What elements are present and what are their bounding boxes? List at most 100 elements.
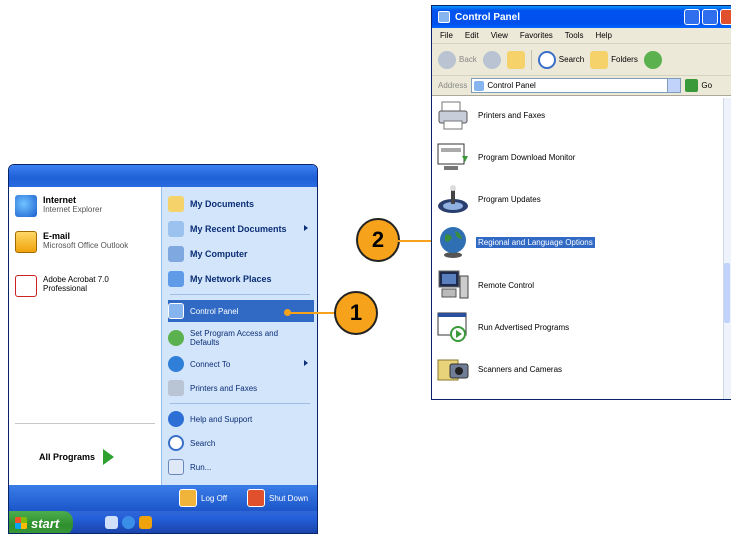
quick-launch-outlook-icon[interactable] xyxy=(139,516,152,529)
start-menu-divider xyxy=(15,423,155,424)
scanner-camera-icon xyxy=(437,359,469,381)
go-label: Go xyxy=(701,81,713,90)
run-icon xyxy=(168,459,184,475)
shut-down-button[interactable]: Shut Down xyxy=(247,489,308,507)
menu-item-label: My Recent Documents xyxy=(190,223,287,234)
cp-item-program-download-monitor[interactable]: Program Download Monitor xyxy=(436,138,722,176)
address-bar: Address Control Panel Go xyxy=(432,76,731,96)
control-panel-icon xyxy=(438,11,450,23)
cp-item-printers-and-faxes[interactable]: Printers and Faxes xyxy=(436,96,722,134)
pinned-acrobat[interactable]: Adobe Acrobat 7.0 Professional xyxy=(15,275,109,297)
globe-icon xyxy=(440,227,466,258)
menu-item-label: My Computer xyxy=(190,248,248,259)
pinned-email[interactable]: E-mail Microsoft Office Outlook xyxy=(15,231,128,253)
menu-item-run[interactable]: Run... xyxy=(168,456,314,478)
cp-item-label: Program Updates xyxy=(478,194,541,204)
search-label: Search xyxy=(558,55,585,64)
menu-item-my-computer[interactable]: My Computer xyxy=(168,243,314,265)
log-off-button[interactable]: Log Off xyxy=(179,489,227,507)
back-button[interactable]: Back xyxy=(438,50,477,69)
menu-item-my-recent-documents[interactable]: My Recent Documents xyxy=(168,218,314,240)
folder-icon xyxy=(168,196,184,212)
menu-item-connect-to[interactable]: Connect To xyxy=(168,353,314,375)
go-arrow-icon xyxy=(685,79,699,92)
internet-explorer-icon xyxy=(15,195,37,217)
menu-edit[interactable]: Edit xyxy=(465,31,479,40)
minimize-button[interactable] xyxy=(684,9,700,25)
cp-item-label: Printers and Faxes xyxy=(478,110,546,120)
menu-item-search[interactable]: Search xyxy=(168,432,314,454)
folders-label: Folders xyxy=(611,55,638,64)
quick-launch-ie-icon[interactable] xyxy=(122,516,135,529)
vertical-scrollbar[interactable] xyxy=(723,98,731,399)
folders-button[interactable]: Folders xyxy=(590,50,638,69)
back-label: Back xyxy=(459,55,477,64)
callout-2-leader-line xyxy=(398,240,434,242)
window-title: Control Panel xyxy=(455,11,521,23)
start-menu-footer: Log Off Shut Down xyxy=(9,485,317,511)
taskbar: start xyxy=(9,511,317,533)
network-icon xyxy=(168,271,184,287)
chevron-down-icon[interactable] xyxy=(667,79,681,92)
pinned-internet-subtitle: Internet Explorer xyxy=(43,205,103,214)
menu-favorites[interactable]: Favorites xyxy=(520,31,553,40)
cp-item-label: Remote Control xyxy=(478,280,535,290)
acrobat-icon xyxy=(15,275,37,297)
search-button[interactable]: Search xyxy=(537,50,585,69)
menu-item-label: Run... xyxy=(190,462,212,472)
control-panel-icon xyxy=(168,303,184,319)
menu-view[interactable]: View xyxy=(491,31,508,40)
address-input[interactable]: Control Panel xyxy=(471,78,682,93)
control-panel-icon xyxy=(474,80,485,91)
connect-icon xyxy=(168,356,184,372)
menu-item-set-program-access[interactable]: Set Program Access and Defaults xyxy=(168,325,314,351)
start-button[interactable]: start xyxy=(9,511,73,533)
green-arrow-icon xyxy=(103,449,115,465)
up-folder-button[interactable] xyxy=(506,50,525,69)
submenu-arrow-icon xyxy=(304,360,308,366)
start-menu-header xyxy=(9,165,317,187)
cp-item-label: Scanners and Cameras xyxy=(478,364,563,374)
close-button[interactable] xyxy=(720,9,731,25)
history-button[interactable] xyxy=(643,50,662,69)
menu-help[interactable]: Help xyxy=(595,31,611,40)
menu-item-help-and-support[interactable]: Help and Support xyxy=(168,408,314,430)
menu-tools[interactable]: Tools xyxy=(565,31,584,40)
pinned-acrobat-title: Adobe Acrobat 7.0 xyxy=(43,275,109,284)
forward-button[interactable] xyxy=(482,50,501,69)
cp-item-remote-control[interactable]: Remote Control xyxy=(436,266,722,304)
all-programs-label: All Programs xyxy=(39,452,96,462)
cp-item-regional-and-language-options[interactable]: Regional and Language Options xyxy=(436,223,722,261)
all-programs-button[interactable]: All Programs xyxy=(39,449,115,465)
scrollbar-thumb[interactable] xyxy=(724,263,730,323)
menu-item-printers-and-faxes[interactable]: Printers and Faxes xyxy=(168,377,314,399)
cp-item-scanners-and-cameras[interactable]: Scanners and Cameras xyxy=(436,350,722,388)
search-icon xyxy=(537,50,556,69)
recent-documents-icon xyxy=(168,221,184,237)
go-button[interactable]: Go xyxy=(685,79,712,92)
window-title-bar[interactable]: Control Panel xyxy=(432,6,731,28)
pinned-internet[interactable]: Internet Internet Explorer xyxy=(15,195,102,217)
menu-item-my-documents[interactable]: My Documents xyxy=(168,193,314,215)
callout-2: 2 xyxy=(356,218,400,262)
menu-item-label: Help and Support xyxy=(190,414,253,424)
cp-item-program-updates[interactable]: Program Updates xyxy=(436,180,722,218)
back-arrow-icon xyxy=(438,50,456,69)
menu-file[interactable]: File xyxy=(440,31,453,40)
address-value: Control Panel xyxy=(487,81,536,90)
submenu-arrow-icon xyxy=(304,225,308,231)
maximize-button[interactable] xyxy=(702,9,718,25)
start-menu-places-panel: My Documents My Recent Documents My Comp… xyxy=(161,187,317,485)
download-monitor-icon xyxy=(437,143,468,170)
menu-divider xyxy=(170,294,310,295)
cp-item-run-advertised-programs[interactable]: Run Advertised Programs xyxy=(436,308,722,346)
start-menu: Internet Internet Explorer E-mail Micros… xyxy=(8,164,318,534)
windows-flag-icon xyxy=(15,517,27,529)
menu-item-my-network-places[interactable]: My Network Places xyxy=(168,268,314,290)
menu-item-label: Search xyxy=(190,438,216,448)
quick-launch-desktop-icon[interactable] xyxy=(105,516,118,529)
toolbar: Back Search Folders xyxy=(432,44,731,76)
start-label: start xyxy=(31,515,60,531)
menu-item-control-panel[interactable]: Control Panel xyxy=(168,300,314,322)
start-menu-pinned-panel: Internet Internet Explorer E-mail Micros… xyxy=(9,187,161,485)
